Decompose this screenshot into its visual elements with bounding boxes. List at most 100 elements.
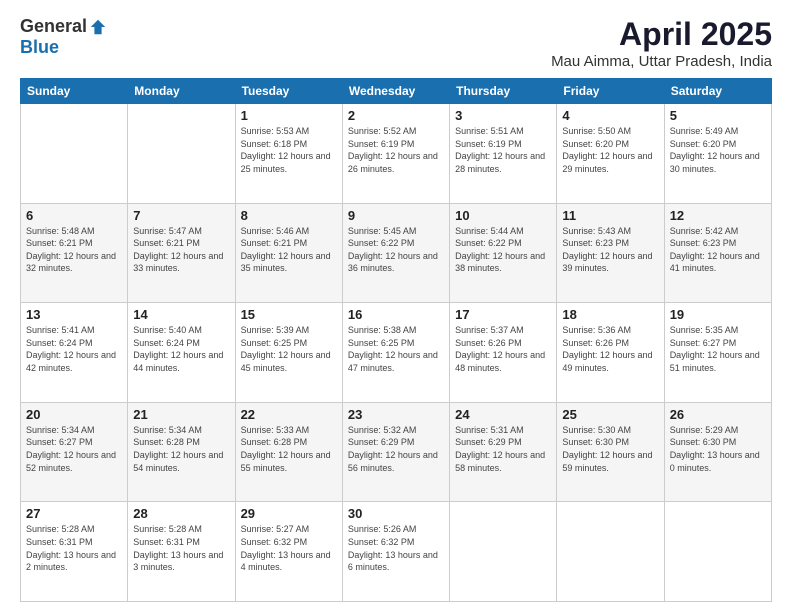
cell-w1-d4: 3 Sunrise: 5:51 AMSunset: 6:19 PMDaylight… [450,104,557,204]
col-thursday: Thursday [450,79,557,104]
day-info-16: Sunrise: 5:38 AMSunset: 6:25 PMDaylight:… [348,324,444,374]
day-info-11: Sunrise: 5:43 AMSunset: 6:23 PMDaylight:… [562,225,658,275]
cell-w2-d6: 12 Sunrise: 5:42 AMSunset: 6:23 PMDayligh… [664,203,771,303]
logo: General Blue [20,16,107,58]
week-row-1: 1 Sunrise: 5:53 AMSunset: 6:18 PMDaylight… [21,104,772,204]
logo-general-text: General [20,16,87,37]
cell-w3-d2: 15 Sunrise: 5:39 AMSunset: 6:25 PMDayligh… [235,303,342,403]
cell-w1-d5: 4 Sunrise: 5:50 AMSunset: 6:20 PMDaylight… [557,104,664,204]
header: General Blue April 2025 Mau Aimma, Uttar… [20,16,772,70]
day-number-4: 4 [562,108,658,123]
day-info-15: Sunrise: 5:39 AMSunset: 6:25 PMDaylight:… [241,324,337,374]
day-number-29: 29 [241,506,337,521]
cell-w3-d6: 19Sunrise: 5:35 AMSunset: 6:27 PMDayligh… [664,303,771,403]
day-number-5: 5 [670,108,766,123]
day-number-25: 25 [562,407,658,422]
day-info-10: Sunrise: 5:44 AMSunset: 6:22 PMDaylight:… [455,225,551,275]
day-info-14: Sunrise: 5:40 AMSunset: 6:24 PMDaylight:… [133,324,229,374]
day-info-17: Sunrise: 5:37 AMSunset: 6:26 PMDaylight:… [455,324,551,374]
day-number-23: 23 [348,407,444,422]
day-number-22: 22 [241,407,337,422]
col-tuesday: Tuesday [235,79,342,104]
cell-w2-d5: 11 Sunrise: 5:43 AMSunset: 6:23 PMDayligh… [557,203,664,303]
cell-w2-d4: 10 Sunrise: 5:44 AMSunset: 6:22 PMDayligh… [450,203,557,303]
week-row-3: 13Sunrise: 5:41 AMSunset: 6:24 PMDayligh… [21,303,772,403]
day-info-9: Sunrise: 5:45 AMSunset: 6:22 PMDaylight:… [348,225,444,275]
calendar-table: Sunday Monday Tuesday Wednesday Thursday… [20,78,772,602]
day-info-28: Sunrise: 5:28 AMSunset: 6:31 PMDaylight:… [133,523,229,573]
logo-icon [89,18,107,36]
page: General Blue April 2025 Mau Aimma, Uttar… [0,0,792,612]
cell-w3-d4: 17Sunrise: 5:37 AMSunset: 6:26 PMDayligh… [450,303,557,403]
day-info-21: Sunrise: 5:34 AMSunset: 6:28 PMDaylight:… [133,424,229,474]
day-number-1: 1 [241,108,337,123]
day-number-7: 7 [133,208,229,223]
day-info-13: Sunrise: 5:41 AMSunset: 6:24 PMDaylight:… [26,324,122,374]
day-info-30: Sunrise: 5:26 AMSunset: 6:32 PMDaylight:… [348,523,444,573]
day-number-3: 3 [455,108,551,123]
col-friday: Friday [557,79,664,104]
cell-w2-d3: 9 Sunrise: 5:45 AMSunset: 6:22 PMDaylight… [342,203,449,303]
month-title: April 2025 [551,16,772,53]
cell-w1-d6: 5 Sunrise: 5:49 AMSunset: 6:20 PMDaylight… [664,104,771,204]
title-block: April 2025 Mau Aimma, Uttar Pradesh, Ind… [551,16,772,70]
day-info-1: Sunrise: 5:53 AMSunset: 6:18 PMDaylight:… [241,125,337,175]
logo-blue-text: Blue [20,37,59,58]
day-number-28: 28 [133,506,229,521]
day-info-8: Sunrise: 5:46 AMSunset: 6:21 PMDaylight:… [241,225,337,275]
day-number-14: 14 [133,307,229,322]
cell-w5-d1: 28 Sunrise: 5:28 AMSunset: 6:31 PMDayligh… [128,502,235,602]
day-info-27: Sunrise: 5:28 AMSunset: 6:31 PMDaylight:… [26,523,122,573]
day-number-24: 24 [455,407,551,422]
week-row-5: 27 Sunrise: 5:28 AMSunset: 6:31 PMDayligh… [21,502,772,602]
cell-w1-d2: 1 Sunrise: 5:53 AMSunset: 6:18 PMDaylight… [235,104,342,204]
cell-w4-d5: 25 Sunrise: 5:30 AMSunset: 6:30 PMDayligh… [557,402,664,502]
day-number-6: 6 [26,208,122,223]
day-number-8: 8 [241,208,337,223]
cell-w5-d0: 27 Sunrise: 5:28 AMSunset: 6:31 PMDayligh… [21,502,128,602]
day-info-20: Sunrise: 5:34 AMSunset: 6:27 PMDaylight:… [26,424,122,474]
day-number-10: 10 [455,208,551,223]
cell-w4-d6: 26Sunrise: 5:29 AMSunset: 6:30 PMDayligh… [664,402,771,502]
day-info-23: Sunrise: 5:32 AMSunset: 6:29 PMDaylight:… [348,424,444,474]
day-info-6: Sunrise: 5:48 AMSunset: 6:21 PMDaylight:… [26,225,122,275]
cell-w4-d0: 20 Sunrise: 5:34 AMSunset: 6:27 PMDayligh… [21,402,128,502]
day-number-27: 27 [26,506,122,521]
cell-w5-d6 [664,502,771,602]
day-number-11: 11 [562,208,658,223]
day-info-29: Sunrise: 5:27 AMSunset: 6:32 PMDaylight:… [241,523,337,573]
cell-w1-d0 [21,104,128,204]
cell-w4-d3: 23 Sunrise: 5:32 AMSunset: 6:29 PMDayligh… [342,402,449,502]
cell-w2-d2: 8 Sunrise: 5:46 AMSunset: 6:21 PMDaylight… [235,203,342,303]
col-monday: Monday [128,79,235,104]
day-info-7: Sunrise: 5:47 AMSunset: 6:21 PMDaylight:… [133,225,229,275]
cell-w5-d5 [557,502,664,602]
cell-w5-d2: 29 Sunrise: 5:27 AMSunset: 6:32 PMDayligh… [235,502,342,602]
day-number-12: 12 [670,208,766,223]
day-number-15: 15 [241,307,337,322]
col-wednesday: Wednesday [342,79,449,104]
day-number-9: 9 [348,208,444,223]
day-info-12: Sunrise: 5:42 AMSunset: 6:23 PMDaylight:… [670,225,766,275]
day-number-26: 26 [670,407,766,422]
day-number-20: 20 [26,407,122,422]
week-row-4: 20 Sunrise: 5:34 AMSunset: 6:27 PMDayligh… [21,402,772,502]
day-info-19: Sunrise: 5:35 AMSunset: 6:27 PMDaylight:… [670,324,766,374]
cell-w3-d5: 18 Sunrise: 5:36 AMSunset: 6:26 PMDayligh… [557,303,664,403]
day-info-5: Sunrise: 5:49 AMSunset: 6:20 PMDaylight:… [670,125,766,175]
cell-w3-d3: 16Sunrise: 5:38 AMSunset: 6:25 PMDayligh… [342,303,449,403]
cell-w3-d0: 13Sunrise: 5:41 AMSunset: 6:24 PMDayligh… [21,303,128,403]
day-number-18: 18 [562,307,658,322]
day-info-2: Sunrise: 5:52 AMSunset: 6:19 PMDaylight:… [348,125,444,175]
day-info-3: Sunrise: 5:51 AMSunset: 6:19 PMDaylight:… [455,125,551,175]
day-info-4: Sunrise: 5:50 AMSunset: 6:20 PMDaylight:… [562,125,658,175]
day-info-22: Sunrise: 5:33 AMSunset: 6:28 PMDaylight:… [241,424,337,474]
cell-w4-d1: 21Sunrise: 5:34 AMSunset: 6:28 PMDayligh… [128,402,235,502]
week-row-2: 6 Sunrise: 5:48 AMSunset: 6:21 PMDaylight… [21,203,772,303]
cell-w5-d3: 30Sunrise: 5:26 AMSunset: 6:32 PMDayligh… [342,502,449,602]
day-info-25: Sunrise: 5:30 AMSunset: 6:30 PMDaylight:… [562,424,658,474]
cell-w2-d1: 7 Sunrise: 5:47 AMSunset: 6:21 PMDaylight… [128,203,235,303]
cell-w1-d3: 2Sunrise: 5:52 AMSunset: 6:19 PMDaylight… [342,104,449,204]
cell-w4-d2: 22 Sunrise: 5:33 AMSunset: 6:28 PMDayligh… [235,402,342,502]
day-info-18: Sunrise: 5:36 AMSunset: 6:26 PMDaylight:… [562,324,658,374]
